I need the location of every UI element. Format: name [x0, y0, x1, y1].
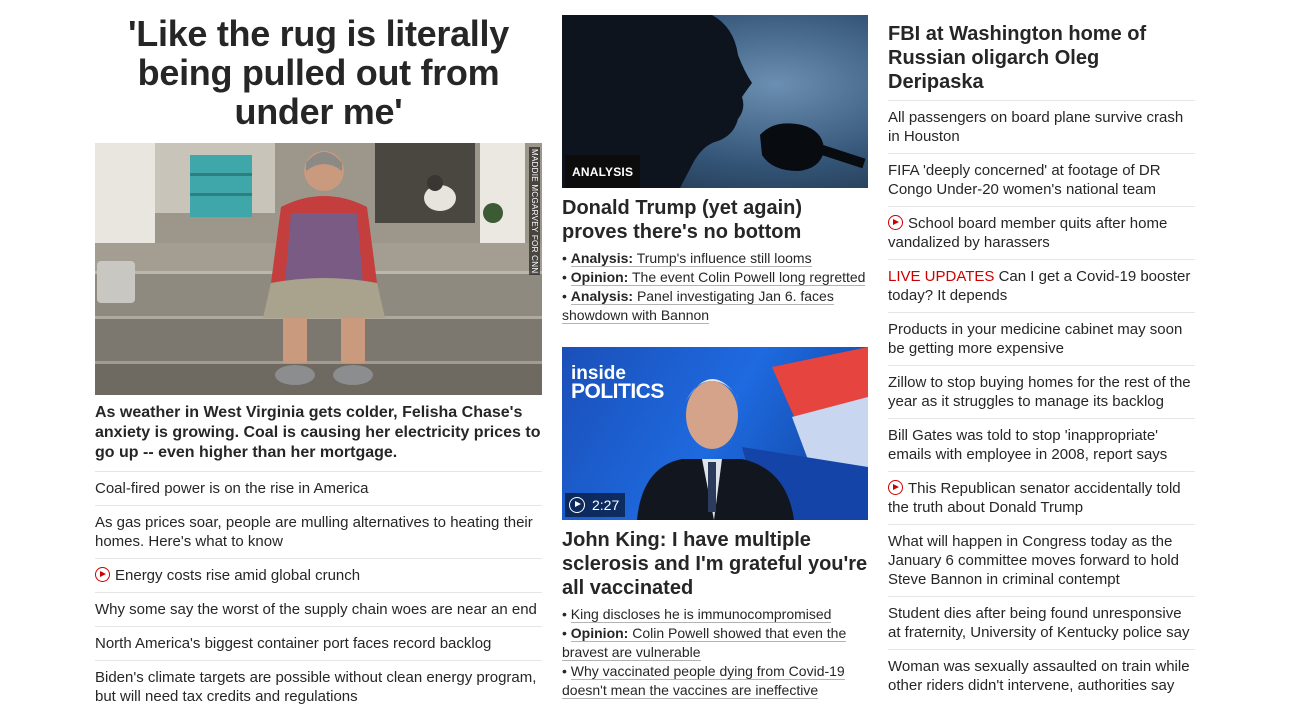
- play-icon: [569, 497, 585, 513]
- bullet-label: Opinion:: [570, 269, 629, 285]
- card-title[interactable]: Donald Trump (yet again) proves there's …: [562, 196, 868, 244]
- bullet-text: Why vaccinated people dying from Covid-1…: [562, 663, 845, 698]
- list-item-text: Student dies after being found unrespons…: [888, 605, 1190, 641]
- list-item[interactable]: North America's biggest container port f…: [95, 626, 542, 660]
- bullet-label: Analysis:: [570, 250, 634, 266]
- hero-image[interactable]: MADDIE MCGARVEY FOR CNN: [95, 143, 542, 395]
- porch-photo: [95, 143, 542, 395]
- card-bullets: • Analysis: Trump's influence still loom…: [562, 249, 868, 325]
- brand-logo: inside POLITICS: [571, 364, 664, 403]
- lead-headline[interactable]: 'Like the rug is literally being pulled …: [95, 14, 542, 131]
- middle-column: ANALYSIS Donald Trump (yet again) proves…: [562, 0, 868, 700]
- list-item[interactable]: LIVE UPDATES Can I get a Covid-19 booste…: [888, 259, 1195, 312]
- video-play-icon: [888, 215, 903, 230]
- list-item-text: Products in your medicine cabinet may so…: [888, 321, 1183, 357]
- bullet-item[interactable]: • King discloses he is immunocompromised: [562, 605, 868, 624]
- list-item[interactable]: This Republican senator accidentally tol…: [888, 471, 1195, 524]
- card-title[interactable]: John King: I have multiple sclerosis and…: [562, 528, 868, 600]
- bullet-item[interactable]: • Analysis: Panel investigating Jan 6. f…: [562, 287, 868, 325]
- list-item-text: Bill Gates was told to stop 'inappropria…: [888, 427, 1168, 463]
- list-item-text: Zillow to stop buying homes for the rest…: [888, 374, 1191, 410]
- analysis-badge: ANALYSIS: [565, 155, 641, 188]
- list-item-text: North America's biggest container port f…: [95, 635, 492, 652]
- image-credit: MADDIE MCGARVEY FOR CNN: [529, 147, 540, 276]
- video-duration[interactable]: 2:27: [565, 493, 626, 517]
- bullet-label: Analysis:: [570, 288, 634, 304]
- bullet-item[interactable]: • Why vaccinated people dying from Covid…: [562, 662, 868, 700]
- list-item-text: Energy costs rise amid global crunch: [115, 567, 361, 584]
- list-item-text: All passengers on board plane survive cr…: [888, 109, 1184, 145]
- list-item-text: Biden's climate targets are possible wit…: [95, 669, 537, 705]
- video-play-icon: [888, 480, 903, 495]
- bullet-item[interactable]: • Analysis: Trump's influence still loom…: [562, 249, 868, 268]
- right-headline[interactable]: FBI at Washington home of Russian oligar…: [888, 22, 1195, 100]
- right-link-list: All passengers on board plane survive cr…: [888, 100, 1195, 702]
- list-item[interactable]: Bill Gates was told to stop 'inappropria…: [888, 418, 1195, 471]
- list-item[interactable]: Zillow to stop buying homes for the rest…: [888, 365, 1195, 418]
- list-item[interactable]: All passengers on board plane survive cr…: [888, 100, 1195, 153]
- left-link-list: Coal-fired power is on the rise in Ameri…: [95, 471, 542, 713]
- list-item[interactable]: Woman was sexually assaulted on train wh…: [888, 649, 1195, 702]
- left-column: 'Like the rug is literally being pulled …: [95, 0, 542, 713]
- list-item[interactable]: Products in your medicine cabinet may so…: [888, 312, 1195, 365]
- list-item[interactable]: What will happen in Congress today as th…: [888, 524, 1195, 596]
- list-item-text: This Republican senator accidentally tol…: [888, 480, 1181, 516]
- right-column: FBI at Washington home of Russian oligar…: [888, 0, 1195, 702]
- list-item[interactable]: Coal-fired power is on the rise in Ameri…: [95, 471, 542, 505]
- list-item-text: Coal-fired power is on the rise in Ameri…: [95, 480, 369, 497]
- bullet-item[interactable]: • Opinion: Colin Powell showed that even…: [562, 624, 868, 662]
- list-item-text: As gas prices soar, people are mulling a…: [95, 514, 533, 550]
- analysis-image[interactable]: ANALYSIS: [562, 15, 868, 188]
- list-item-text: Woman was sexually assaulted on train wh…: [888, 658, 1190, 694]
- list-item-text: School board member quits after home van…: [888, 215, 1168, 251]
- list-item[interactable]: Why some say the worst of the supply cha…: [95, 592, 542, 626]
- list-item[interactable]: School board member quits after home van…: [888, 206, 1195, 259]
- duration-text: 2:27: [592, 497, 620, 513]
- list-item-text: FIFA 'deeply concerned' at footage of DR…: [888, 162, 1161, 198]
- list-item[interactable]: As gas prices soar, people are mulling a…: [95, 505, 542, 558]
- list-item-text: What will happen in Congress today as th…: [888, 533, 1179, 588]
- video-play-icon: [95, 567, 110, 582]
- brand-line-2: POLITICS: [571, 380, 664, 403]
- list-item-text: Why some say the worst of the supply cha…: [95, 601, 537, 618]
- video-image[interactable]: inside POLITICS 2:27: [562, 347, 868, 520]
- lead-caption[interactable]: As weather in West Virginia gets colder,…: [95, 403, 542, 471]
- list-item[interactable]: Student dies after being found unrespons…: [888, 596, 1195, 649]
- card-bullets: • King discloses he is immunocompromised…: [562, 605, 868, 700]
- bullet-label: Opinion:: [570, 625, 629, 641]
- bullet-item[interactable]: • Opinion: The event Colin Powell long r…: [562, 268, 868, 287]
- list-item[interactable]: Biden's climate targets are possible wit…: [95, 660, 542, 713]
- bullet-text: The event Colin Powell long regretted: [631, 269, 866, 285]
- bullet-text: Trump's influence still looms: [636, 250, 812, 266]
- bullet-text: King discloses he is immunocompromised: [570, 606, 832, 622]
- list-item[interactable]: FIFA 'deeply concerned' at footage of DR…: [888, 153, 1195, 206]
- live-updates-label: LIVE UPDATES: [888, 268, 995, 285]
- list-item[interactable]: Energy costs rise amid global crunch: [95, 558, 542, 592]
